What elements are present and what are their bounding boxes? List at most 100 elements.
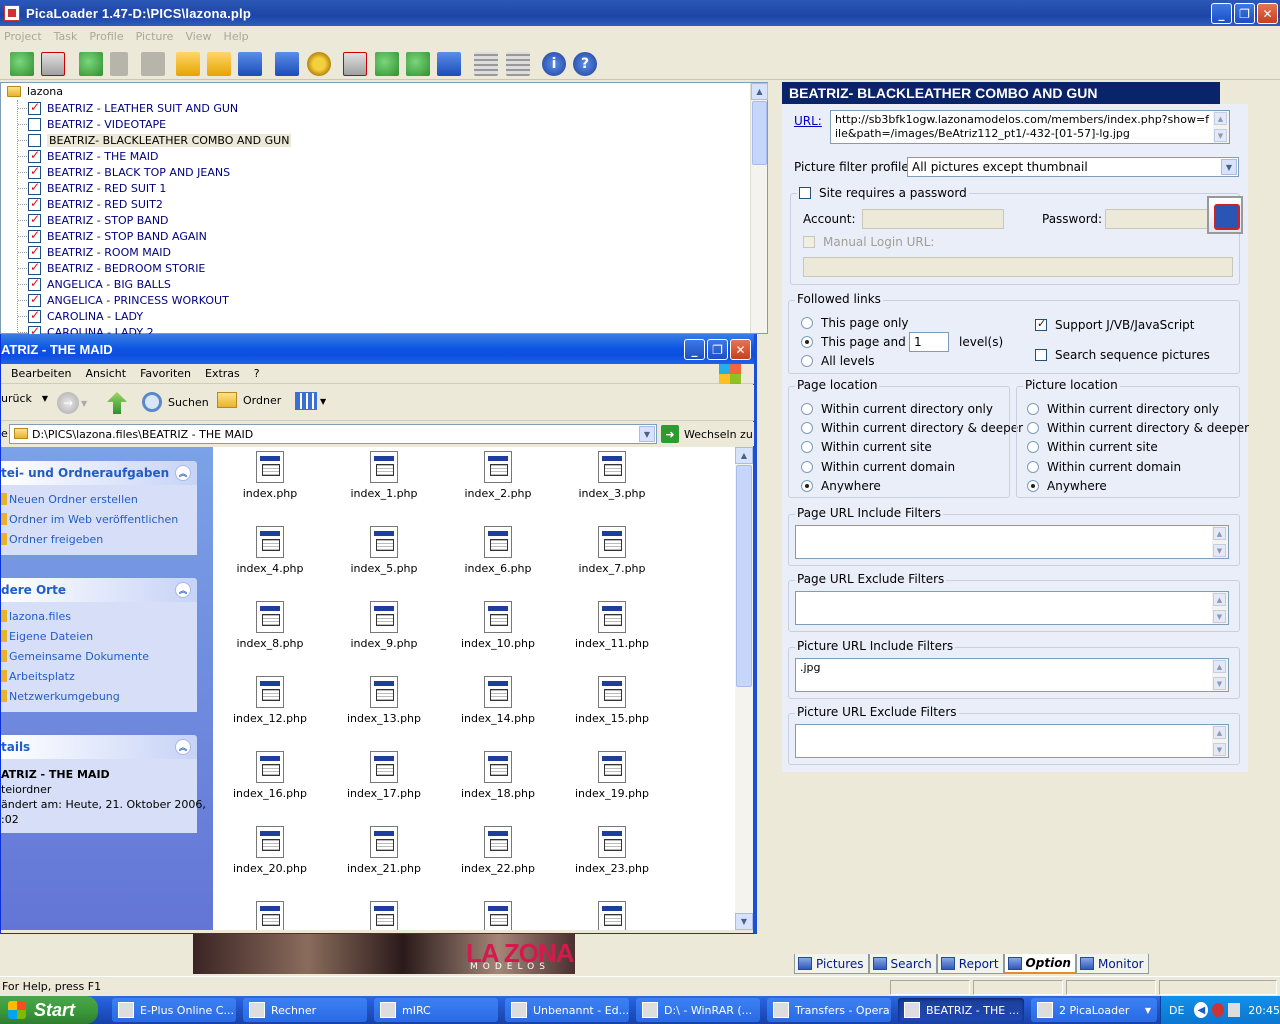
manual-login-checkbox[interactable]	[803, 236, 815, 248]
file-item[interactable]: index_17.php	[327, 751, 441, 800]
file-item[interactable]: index_9.php	[327, 601, 441, 650]
language-indicator[interactable]: DE	[1169, 1004, 1184, 1017]
menu-project[interactable]: Project	[4, 30, 42, 43]
file-item[interactable]: index_7.php	[555, 526, 669, 575]
tray-speaker-icon[interactable]	[1228, 1003, 1241, 1017]
import-icon[interactable]	[275, 52, 299, 76]
file-item[interactable]	[555, 901, 669, 930]
pic-loc-dir-deeper-radio[interactable]	[1027, 422, 1039, 434]
tree-item-checkbox[interactable]	[28, 133, 41, 147]
search-sequence-checkbox[interactable]	[1035, 349, 1047, 361]
info-icon[interactable]: i	[542, 52, 566, 76]
menu-view[interactable]: View	[185, 30, 211, 43]
list-view-icon[interactable]	[506, 52, 530, 76]
tree-item[interactable]: BEATRIZ - RED SUIT2	[18, 196, 291, 212]
chevron-down-icon[interactable]: ▼	[639, 426, 655, 442]
up-folder-button[interactable]	[107, 392, 127, 414]
pic-loc-site-radio[interactable]	[1027, 441, 1039, 453]
task-link[interactable]: Ordner freigeben	[1, 529, 197, 549]
close-button[interactable]: ✕	[1257, 3, 1278, 24]
file-item[interactable]: index_15.php	[555, 676, 669, 725]
this-page-and-radio[interactable]	[801, 336, 813, 348]
tree-item[interactable]: BEATRIZ - VIDEOTAPE	[18, 116, 291, 132]
manual-login-input[interactable]	[803, 257, 1233, 277]
start-icon[interactable]	[79, 52, 103, 76]
go-button[interactable]: ➜ Wechseln zu	[661, 425, 753, 443]
tree-scrollbar[interactable]: ▲	[750, 83, 768, 333]
page-loc-domain-radio[interactable]	[801, 461, 813, 473]
add-project-icon[interactable]	[10, 52, 34, 76]
task-link[interactable]: Neuen Ordner erstellen	[1, 489, 197, 509]
collapse-icon[interactable]: ︽	[175, 465, 191, 481]
menu-picture[interactable]: Picture	[136, 30, 174, 43]
support-js-checkbox[interactable]	[1035, 317, 1047, 331]
file-item[interactable]: index_12.php	[213, 676, 327, 725]
search-button[interactable]: Suchen	[142, 392, 209, 412]
place-link[interactable]: Eigene Dateien	[1, 626, 197, 646]
all-levels-radio[interactable]	[801, 355, 813, 367]
file-item[interactable]: index_3.php	[555, 451, 669, 500]
tray-app-icon[interactable]	[1212, 1003, 1225, 1017]
place-link[interactable]: lazona.files	[1, 606, 197, 626]
file-item[interactable]: index_19.php	[555, 751, 669, 800]
pic-loc-dir-only-radio[interactable]	[1027, 403, 1039, 415]
move-icon[interactable]	[406, 52, 430, 76]
page-url-include-input[interactable]: ▲ ▼	[795, 525, 1229, 559]
copy-icon[interactable]	[375, 52, 399, 76]
url-input[interactable]: http://sb3bfk1ogw.lazonamodelos.com/memb…	[830, 110, 1230, 144]
file-item[interactable]: index_2.php	[441, 451, 555, 500]
tree-item-checkbox[interactable]	[28, 212, 41, 227]
menu-favoriten[interactable]: Favoriten	[140, 367, 191, 380]
task-explorer[interactable]: BEATRIZ - THE ...	[898, 998, 1024, 1022]
maximize-button[interactable]: ❐	[1234, 3, 1255, 24]
task-mirc[interactable]: mIRC	[374, 998, 498, 1022]
tray-arrow-icon[interactable]: ◀	[1194, 1002, 1209, 1018]
task-winrar[interactable]: D:\ - WinRAR (...	[636, 998, 760, 1022]
place-link[interactable]: Arbeitsplatz	[1, 666, 197, 686]
address-input[interactable]: D:\PICS\lazona.files\BEATRIZ - THE MAID …	[9, 424, 657, 444]
file-item[interactable]: index.php	[213, 451, 327, 500]
file-item[interactable]: index_5.php	[327, 526, 441, 575]
clock[interactable]: 20:45	[1248, 1004, 1280, 1017]
tree-item[interactable]: BEATRIZ - THE MAID	[18, 148, 291, 164]
tab-option[interactable]: Option	[1003, 954, 1076, 974]
explorer-maximize-button[interactable]: ❐	[707, 339, 728, 360]
open-folder-icon[interactable]	[176, 52, 200, 76]
tree-item[interactable]: ANGELICA - PRINCESS WORKOUT	[18, 292, 291, 308]
menu-help[interactable]: Help	[224, 30, 249, 43]
tree-item[interactable]: CAROLINA - LADY	[18, 308, 291, 324]
task-picaloader[interactable]: 2 PicaLoader ▼	[1031, 998, 1157, 1022]
collapse-icon[interactable]: ︽	[175, 582, 191, 598]
tree-item[interactable]: BEATRIZ- BLACKLEATHER COMBO AND GUN	[18, 132, 292, 148]
tab-pictures[interactable]: Pictures	[794, 954, 869, 974]
tree-item[interactable]: BEATRIZ - LEATHER SUIT AND GUN	[18, 100, 291, 116]
file-item[interactable]: index_4.php	[213, 526, 327, 575]
task-eplus[interactable]: E-Plus Online C...	[112, 998, 236, 1022]
scroll-up-arrow[interactable]: ▲	[735, 447, 753, 464]
tree-item[interactable]: BEATRIZ - BEDROOM STORIE	[18, 260, 291, 276]
page-loc-dir-deeper-radio[interactable]	[801, 422, 813, 434]
menu-help-question[interactable]: ?	[254, 367, 260, 380]
file-item[interactable]: index_1.php	[327, 451, 441, 500]
file-item[interactable]: index_23.php	[555, 826, 669, 875]
menu-task[interactable]: Task	[54, 30, 78, 43]
help-icon[interactable]: ?	[573, 52, 597, 76]
file-item[interactable]: index_18.php	[441, 751, 555, 800]
stop-icon[interactable]	[141, 52, 165, 76]
tree-item-checkbox[interactable]	[28, 244, 41, 259]
file-item[interactable]: index_6.php	[441, 526, 555, 575]
settings-icon[interactable]	[307, 52, 331, 76]
tree-root[interactable]: lazona	[7, 85, 63, 98]
menu-extras[interactable]: Extras	[205, 367, 240, 380]
file-item[interactable]: index_21.php	[327, 826, 441, 875]
tree-item[interactable]: BEATRIZ - STOP BAND AGAIN	[18, 228, 291, 244]
pause-icon[interactable]	[110, 52, 128, 76]
file-item[interactable]: index_8.php	[213, 601, 327, 650]
levels-input[interactable]: 1	[909, 332, 949, 352]
save-icon[interactable]	[238, 52, 262, 76]
scroll-thumb[interactable]	[752, 101, 767, 165]
tab-report[interactable]: Report	[936, 954, 1004, 974]
tree-item-checkbox[interactable]	[28, 276, 41, 291]
scroll-down-arrow[interactable]: ▼	[735, 913, 753, 930]
task-opera[interactable]: Transfers - Opera	[767, 998, 891, 1022]
